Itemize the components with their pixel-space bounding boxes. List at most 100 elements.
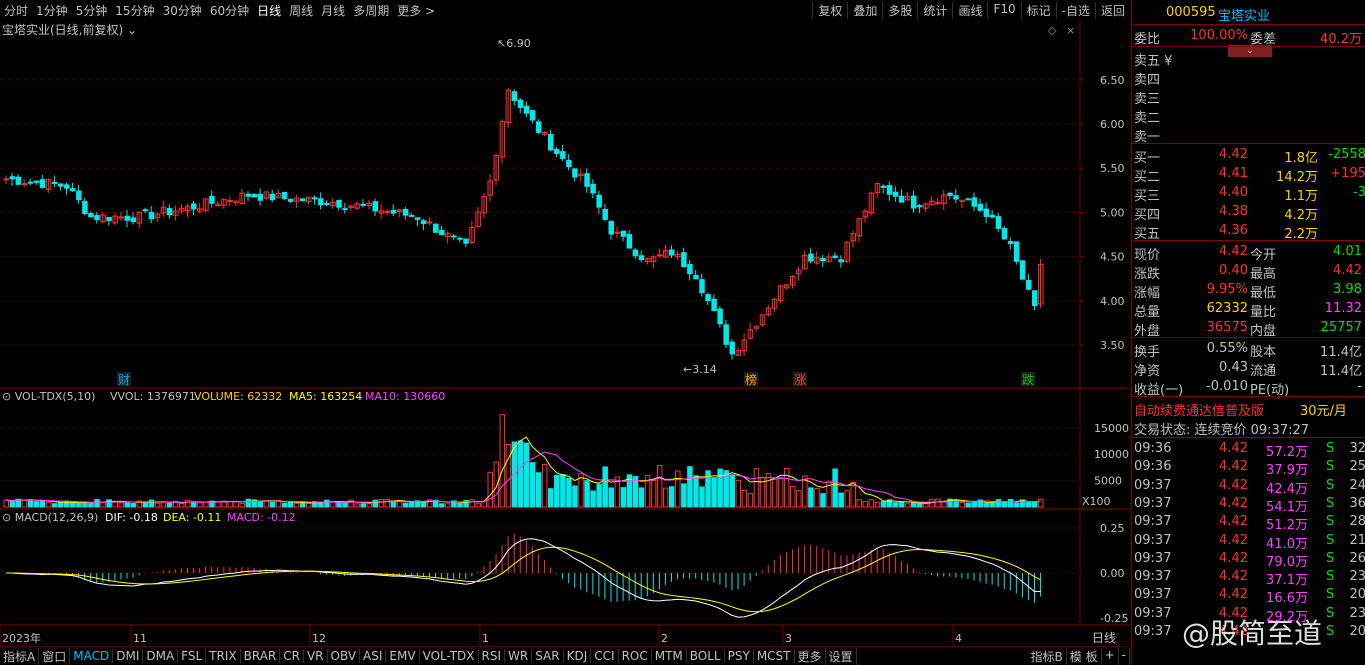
candle-body [560, 151, 566, 159]
tab-0[interactable]: 指标A [0, 647, 40, 665]
buy-row-cell: 4.38 [1219, 204, 1248, 219]
tick-row-cell: 42.4万 [1266, 481, 1308, 497]
tool-0[interactable]: 复权 [812, 1, 847, 19]
period-4[interactable]: 30分钟 [159, 2, 206, 19]
tab-right-3[interactable]: - [1119, 647, 1130, 665]
tick-row-cell: S [1326, 587, 1335, 603]
quote-row-cell: 62332 [1206, 301, 1248, 316]
tab-2[interactable]: MACD [70, 649, 114, 663]
candle-body [584, 173, 590, 187]
tab-24[interactable]: 更多 [795, 647, 826, 665]
stat-row-cell: -0.010 [1206, 379, 1248, 394]
vol-ma5: MA5: 163254 [289, 390, 362, 403]
tool-6[interactable]: 标记 [1020, 1, 1056, 19]
candle-body [245, 193, 251, 197]
period-10[interactable]: 更多 > [393, 2, 439, 19]
tab-14[interactable]: RSI [479, 649, 506, 663]
candle-body [64, 184, 70, 189]
weibi-row-cell: 40.2万 [1320, 32, 1362, 47]
marker-2: 涨 [794, 372, 806, 387]
tab-5[interactable]: FSL [178, 649, 207, 663]
tab-22[interactable]: PSY [725, 649, 754, 663]
tick-row-cell: 4.42 [1219, 495, 1248, 511]
period-0[interactable]: 分时 [0, 2, 32, 19]
tab-12[interactable]: EMV [386, 649, 420, 663]
candle-body [953, 195, 959, 200]
tab-right-1[interactable]: 模 板 [1067, 647, 1102, 665]
tab-15[interactable]: WR [505, 649, 533, 663]
price-label: 6.00 [1100, 118, 1125, 131]
candle-body [433, 223, 439, 233]
tab-21[interactable]: BOLL [687, 649, 725, 663]
vol-bar [439, 503, 445, 508]
tab-20[interactable]: MTM [652, 649, 687, 663]
buy-row-cell: -3 [1353, 185, 1365, 200]
tab-1[interactable]: 窗口 [39, 647, 71, 665]
date-label-3: 1 [482, 632, 489, 645]
candle-body [572, 168, 578, 178]
tick-row-cell: S [1326, 459, 1335, 475]
tool-3[interactable]: 统计 [917, 1, 952, 19]
tab-right-2[interactable]: + [1102, 647, 1119, 665]
vol-bar [142, 501, 149, 508]
vol-bar [971, 501, 977, 508]
stat-row: 收益(一) -0.010 PE(动) - [1132, 378, 1365, 398]
vol-bar [517, 440, 524, 508]
vol-bar [965, 502, 971, 508]
period-6[interactable]: 日线 [253, 2, 285, 19]
tab-13[interactable]: VOL-TDX [420, 649, 479, 663]
quote-row-cell: 25757 [1320, 320, 1362, 335]
period-5[interactable]: 60分钟 [206, 2, 253, 19]
tool-5[interactable]: F10 [987, 1, 1020, 19]
candle-body [723, 324, 729, 345]
vol-bar [360, 503, 366, 508]
period-1[interactable]: 1分钟 [32, 2, 72, 19]
tab-23[interactable]: MCST [754, 649, 795, 663]
period-8[interactable]: 月线 [317, 2, 349, 19]
tab-7[interactable]: BRAR [241, 649, 281, 663]
vol-ma10: MA10: 130660 [365, 390, 445, 403]
tab-10[interactable]: OBV [328, 649, 361, 663]
period-7[interactable]: 周线 [285, 2, 317, 19]
panel-divider [1132, 337, 1365, 338]
tab-8[interactable]: CR [280, 649, 304, 663]
candle-body [1025, 280, 1032, 290]
candle-body [596, 194, 602, 208]
tab-4[interactable]: DMA [143, 649, 179, 663]
tool-8[interactable]: 返回 [1094, 1, 1130, 19]
tool-4[interactable]: 画线 [952, 1, 987, 19]
tab-25[interactable]: 设置 [826, 647, 857, 665]
kline-chart[interactable]: 宝塔实业(日线,前复权) ⌄ ◇ × 6.50 6.00 5.50 5.00 4.50 4.00… [0, 20, 1131, 646]
tab-18[interactable]: CCI [591, 649, 619, 663]
tab-11[interactable]: ASI [360, 649, 387, 663]
tool-2[interactable]: 多股 [882, 1, 917, 19]
buy-row-cell: 4.41 [1219, 166, 1248, 181]
period-3[interactable]: 15分钟 [111, 2, 158, 19]
quote-row-cell: 今开 [1250, 248, 1277, 263]
tool-7[interactable]: -自选 [1055, 1, 1095, 19]
tab-16[interactable]: SAR [532, 649, 564, 663]
marker-3: 跌 [1022, 372, 1034, 387]
tick-row-cell: 20 [1349, 624, 1365, 639]
tab-3[interactable]: DMI [113, 649, 144, 663]
period-2[interactable]: 5分钟 [72, 2, 112, 19]
macd-dif: DIF: -0.18 [105, 511, 158, 524]
tab-17[interactable]: KDJ [564, 649, 592, 663]
candle-body [638, 255, 645, 261]
candle-body [390, 209, 397, 214]
tab-19[interactable]: ROC [619, 649, 652, 663]
annot-low: ←3.14 [683, 363, 717, 376]
vol-bar [584, 480, 590, 508]
candle-body [693, 274, 699, 280]
candle-body [554, 148, 560, 154]
candle-body [892, 191, 899, 197]
trade-state: 交易状态: 连续竞价 09:37:27 [1132, 418, 1365, 438]
quote-row-cell: 现价 [1134, 248, 1161, 263]
tab-9[interactable]: VR [304, 649, 328, 663]
vol-bar [281, 502, 288, 508]
tab-6[interactable]: TRIX [206, 649, 241, 663]
period-9[interactable]: 多周期 [349, 2, 393, 19]
tool-1[interactable]: 叠加 [847, 1, 882, 19]
candle-body [39, 179, 46, 189]
tab-right-0[interactable]: 指标B [1028, 647, 1067, 665]
